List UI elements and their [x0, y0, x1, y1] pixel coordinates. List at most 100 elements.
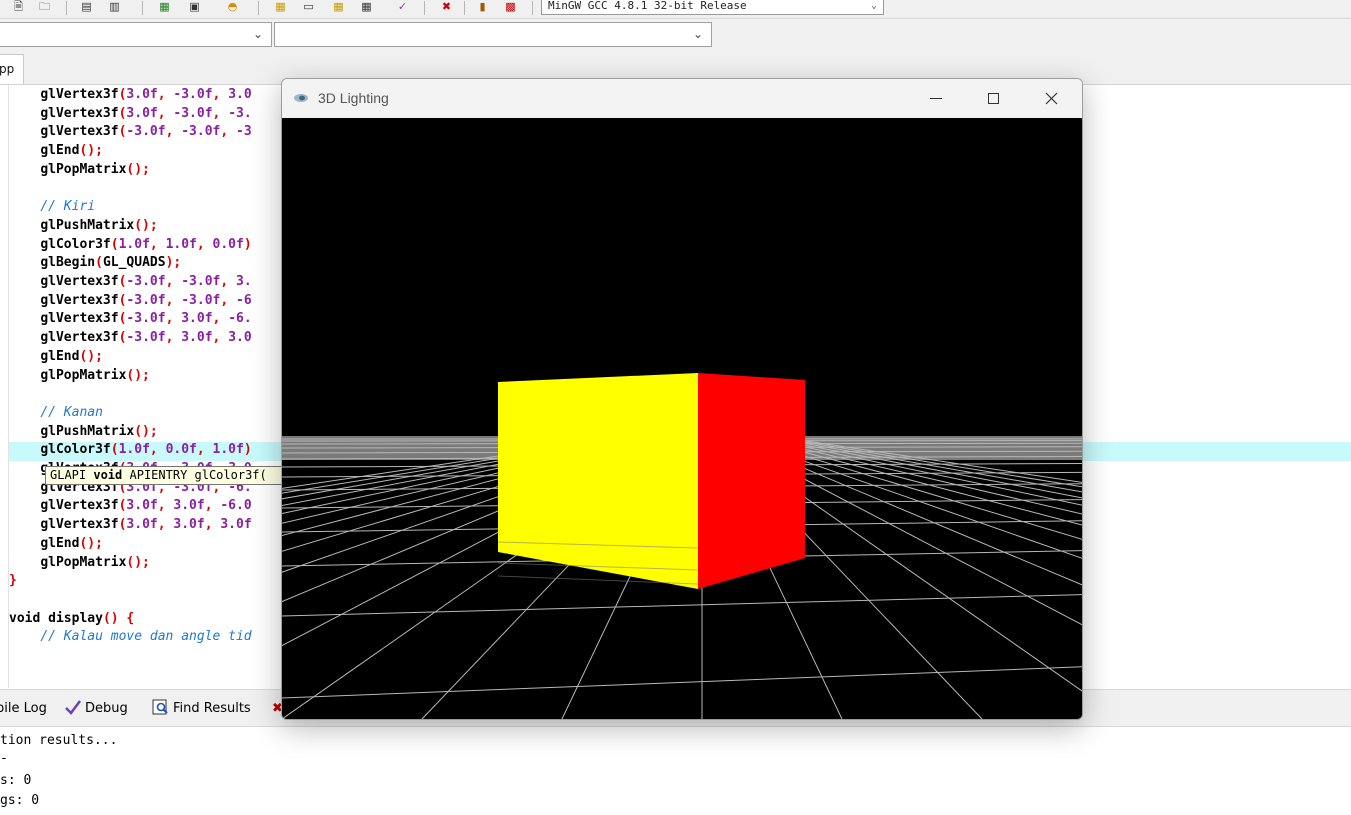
code-line: glVertex3f(-3.0f, -3.0f, -3	[9, 124, 252, 143]
tab-debug[interactable]: Debug	[64, 698, 128, 720]
code-token: 0.0f	[212, 236, 244, 252]
tab-find-results[interactable]: Find Results	[152, 698, 251, 720]
layout-4-icon[interactable]: ▦	[358, 0, 375, 14]
maximize-button[interactable]	[965, 79, 1023, 118]
compile-icon[interactable]: ▦	[156, 0, 173, 14]
debug-smile-icon[interactable]: ◓	[224, 0, 241, 14]
main-toolbar: 🗎 🗀 ▤ ▥ ▦ ▣ ◓ ▦ ▭ ▦ ▦ ✓ ✖ ▮ ▩ MinGW GCC …	[0, 0, 1351, 19]
code-token: -3	[236, 124, 252, 140]
save-icon[interactable]: ▤	[78, 0, 95, 14]
code-token: glPushMatrix	[40, 423, 135, 439]
code-line: glBegin(GL_QUADS);	[9, 255, 181, 274]
save-all-icon[interactable]: ▥	[106, 0, 123, 14]
code-token: -3.0f	[173, 105, 213, 121]
code-line: glPopMatrix();	[9, 555, 150, 574]
delete-profile-icon[interactable]: ▩	[502, 0, 519, 14]
code-line: glColor3f(1.0f, 1.0f, 0.0f)	[9, 236, 251, 256]
gl-viewport[interactable]	[282, 118, 1082, 719]
run-icon[interactable]: ▣	[186, 0, 203, 14]
chevron-down-icon: ⌄	[870, 0, 877, 11]
code-line: glVertex3f(-3.0f, -3.0f, 3.	[9, 274, 251, 293]
layout-2-icon[interactable]: ▭	[300, 0, 317, 14]
toolbar-separator	[258, 1, 259, 15]
cube-right-face	[698, 373, 805, 589]
code-token: ,	[149, 236, 166, 252]
code-token: ,	[165, 311, 182, 327]
code-token: ,	[204, 517, 221, 533]
code-token: ();	[134, 423, 158, 439]
code-token: glColor3f	[40, 236, 111, 252]
chevron-down-icon: ⌄	[252, 27, 263, 41]
code-line: glVertex3f(-3.0f, 3.0f, 3.0	[9, 330, 252, 349]
tab-find-results-label: Find Results	[173, 701, 251, 716]
code-token: ,	[212, 87, 229, 102]
code-token: ,	[165, 292, 182, 308]
code-token: glVertex3f	[40, 87, 119, 102]
class-dropdown[interactable]: ⌄	[0, 22, 272, 47]
code-token: -3.0f	[181, 274, 221, 289]
code-line: glEnd();	[9, 349, 103, 368]
code-line: glPushMatrix();	[9, 218, 157, 237]
code-token: glVertex3f	[40, 498, 119, 514]
window-titlebar[interactable]: 3D Lighting	[282, 79, 1082, 118]
compiler-select[interactable]: MinGW GCC 4.8.1 32-bit Release ⌄	[541, 0, 884, 15]
code-token: 3.0f	[173, 517, 205, 533]
file-tab-label: pp	[0, 62, 15, 76]
new-project-icon[interactable]: 🗎	[10, 0, 27, 14]
tooltip-rest: APIENTRY glColor3f(	[122, 468, 267, 482]
code-token: glEnd	[40, 348, 80, 364]
member-dropdown[interactable]: ⌄	[274, 22, 712, 47]
layout-3-icon[interactable]: ▦	[330, 0, 347, 14]
code-token: ();	[126, 367, 150, 383]
close-icon	[1045, 92, 1058, 105]
layout-1-icon[interactable]: ▦	[272, 0, 289, 14]
profile-icon[interactable]: ▮	[474, 0, 491, 14]
code-token: 3.0f	[126, 498, 158, 514]
code-token: ();	[126, 161, 150, 177]
code-token: -3.0f	[181, 292, 221, 308]
code-line: glPushMatrix();	[9, 423, 158, 443]
gl-scene	[282, 118, 1082, 719]
tab-compile-log[interactable]: pile Log	[0, 698, 47, 720]
close-button[interactable]	[1023, 79, 1081, 118]
code-token: ,	[196, 442, 213, 458]
code-token: ,	[165, 330, 182, 346]
code-token: glEnd	[40, 535, 80, 551]
code-token: 3.0	[228, 330, 252, 346]
file-tab-main[interactable]: pp	[0, 54, 24, 84]
find-results-icon	[152, 699, 170, 715]
open-project-icon[interactable]: 🗀	[36, 0, 53, 14]
toolbar-separator	[142, 1, 143, 15]
minimize-button[interactable]	[907, 79, 965, 118]
check-icon[interactable]: ✓	[394, 0, 411, 14]
code-token: ();	[79, 143, 103, 159]
code-token: 3.0f	[126, 517, 158, 533]
code-token: ,	[196, 236, 213, 252]
code-token: -3.	[228, 105, 252, 121]
cube-left-face	[498, 373, 698, 589]
code-line: glEnd();	[9, 536, 103, 555]
opengl-window[interactable]: 3D Lighting	[281, 78, 1083, 720]
code-token: -3.0f	[126, 330, 166, 346]
code-token: glPopMatrix	[40, 367, 127, 383]
stop-icon[interactable]: ✖	[438, 0, 455, 14]
code-token: glVertex3f	[40, 517, 119, 533]
toolbar-separator	[464, 1, 465, 15]
code-token: ,	[165, 124, 182, 140]
code-token: // Kalau move dan angle tid	[40, 629, 252, 645]
